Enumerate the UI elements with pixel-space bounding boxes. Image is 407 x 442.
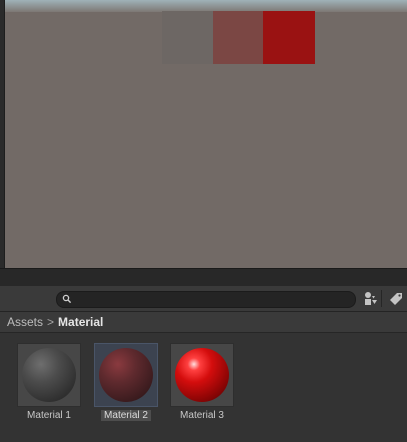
- material-sphere-preview: [22, 348, 76, 402]
- grey-cube[interactable]: [162, 11, 213, 64]
- breadcrumb-bar: Assets > Material: [0, 312, 407, 333]
- filter-by-type-icon: [365, 292, 377, 305]
- project-toolbar: [0, 286, 407, 312]
- asset-label-text: Material 2: [101, 410, 151, 421]
- breadcrumb-separator: >: [47, 315, 55, 329]
- asset-thumbnail: [94, 343, 158, 407]
- asset-grid: Material 1 Material 2 Material 3: [0, 333, 407, 442]
- asset-item-selected[interactable]: Material 2: [92, 343, 160, 421]
- search-input[interactable]: [75, 292, 345, 307]
- panel-divider[interactable]: [0, 268, 407, 287]
- search-icon: [62, 294, 72, 304]
- unity-editor-window: Assets > Material Material 1 Material 2 Ma…: [0, 0, 407, 442]
- asset-label: Material 3: [180, 410, 224, 421]
- asset-thumbnail: [17, 343, 81, 407]
- asset-item[interactable]: Material 1: [15, 343, 83, 421]
- dark-red-cube[interactable]: [213, 11, 263, 64]
- asset-thumbnail: [170, 343, 234, 407]
- filter-by-type-button[interactable]: [361, 289, 381, 308]
- filter-by-label-icon: [390, 293, 402, 305]
- material-sphere-preview: [99, 348, 153, 402]
- toolbar-separator: [381, 290, 382, 307]
- search-field[interactable]: [56, 291, 356, 308]
- material-sphere-preview: [175, 348, 229, 402]
- breadcrumb: Assets > Material: [7, 315, 103, 329]
- asset-item[interactable]: Material 3: [168, 343, 236, 421]
- breadcrumb-item-material[interactable]: Material: [58, 315, 103, 329]
- breadcrumb-item-assets[interactable]: Assets: [7, 315, 43, 329]
- asset-label: Material 2: [92, 410, 160, 421]
- asset-label: Material 1: [27, 410, 71, 421]
- filter-by-label-button[interactable]: [386, 289, 406, 308]
- red-cube[interactable]: [263, 11, 315, 64]
- scene-viewport[interactable]: [4, 0, 407, 268]
